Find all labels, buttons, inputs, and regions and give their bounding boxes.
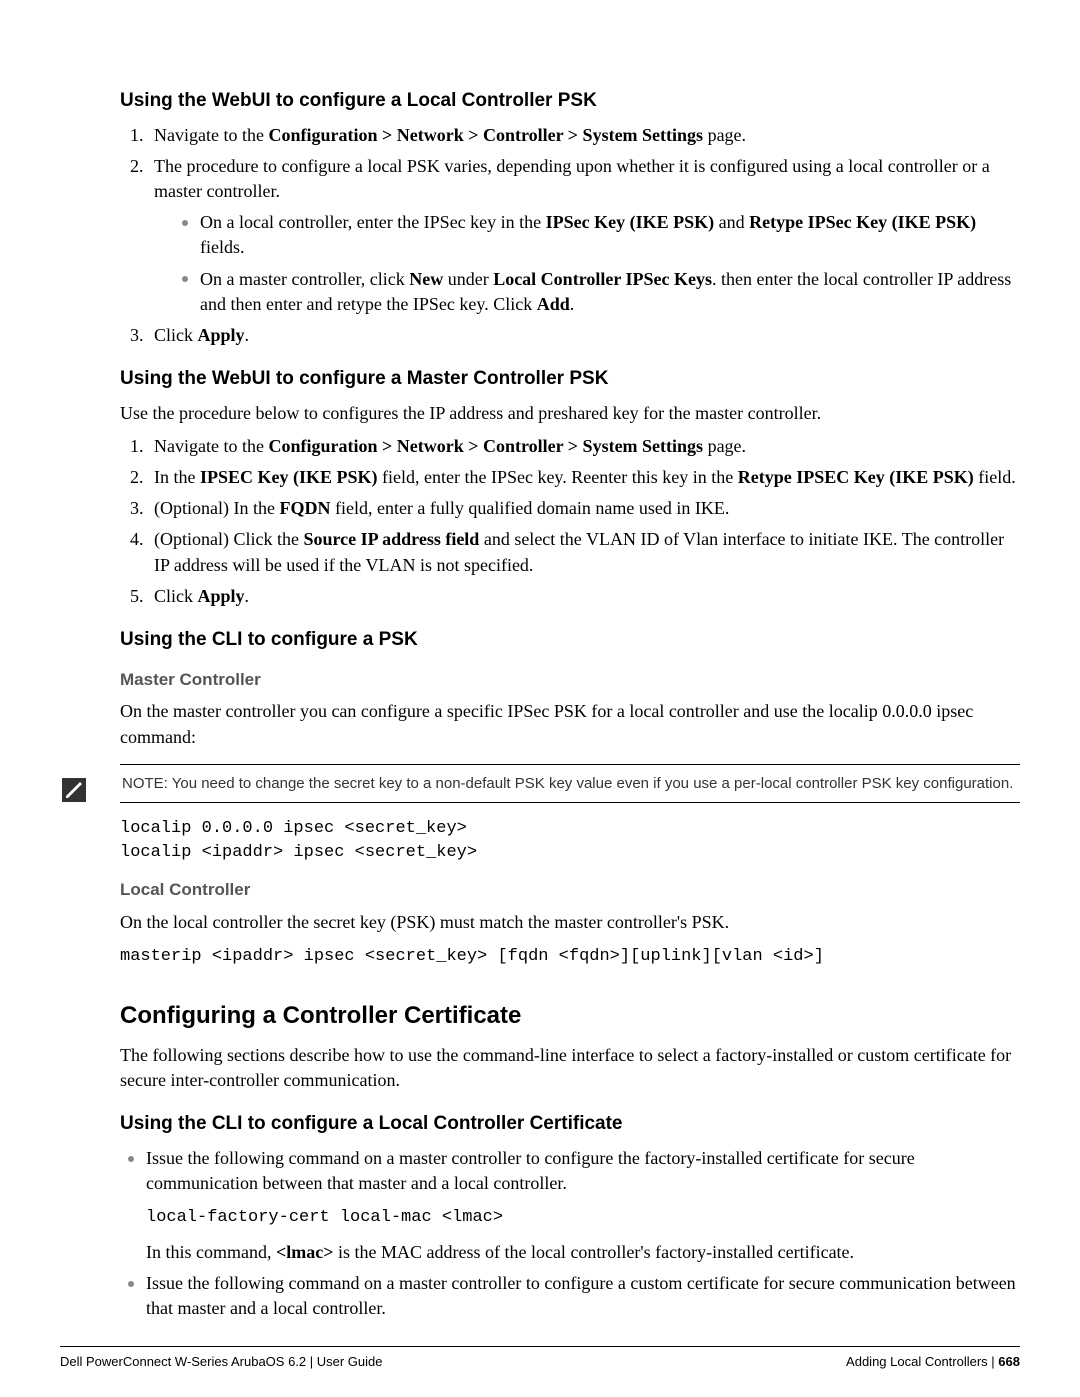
code-block: local-factory-cert local-mac <lmac> — [146, 1206, 1020, 1230]
step-item: (Optional) Click the Source IP address f… — [148, 527, 1020, 577]
paragraph: The following sections describe how to u… — [120, 1043, 1020, 1093]
footer-sep: | — [988, 1354, 999, 1369]
text: . — [245, 586, 250, 606]
code-block: masterip <ipaddr> ipsec <secret_key> [fq… — [120, 945, 1020, 969]
text: Click — [154, 586, 198, 606]
section-name: Local Controller IPSec Keys — [493, 269, 712, 289]
code-block: localip 0.0.0.0 ipsec <secret_key> local… — [120, 817, 1020, 865]
button-name: New — [409, 269, 443, 289]
heading-local-psk: Using the WebUI to configure a Local Con… — [120, 88, 1020, 115]
step-item: (Optional) In the FQDN field, enter a fu… — [148, 496, 1020, 521]
heading-cli-psk: Using the CLI to configure a PSK — [120, 627, 1020, 654]
step-item: Click Apply. — [148, 584, 1020, 609]
text: fields. — [200, 237, 245, 257]
text: field. — [974, 467, 1016, 487]
text: In this command, — [146, 1242, 276, 1262]
button-name: Apply — [198, 325, 245, 345]
page-footer: Dell PowerConnect W-Series ArubaOS 6.2 |… — [60, 1346, 1020, 1371]
steps-local-psk: Navigate to the Configuration > Network … — [138, 123, 1020, 349]
button-name: Apply — [198, 586, 245, 606]
footer-chapter: Adding Local Controllers — [846, 1354, 988, 1369]
bullet-item: Issue the following command on a master … — [128, 1271, 1020, 1321]
bullet-list: Issue the following command on a master … — [128, 1146, 1020, 1322]
text: (Optional) In the — [154, 498, 279, 518]
text: under — [443, 269, 493, 289]
text: Navigate to the — [154, 436, 268, 456]
breadcrumb-path: Configuration > Network > Controller > S… — [268, 436, 703, 456]
text: field, enter the IPSec key. Reenter this… — [378, 467, 738, 487]
step-item: Navigate to the Configuration > Network … — [148, 123, 1020, 148]
text: Click — [154, 325, 198, 345]
page-number: 668 — [998, 1354, 1020, 1369]
text: page. — [703, 125, 746, 145]
text: Issue the following command on a master … — [146, 1273, 1016, 1318]
document-page: Using the WebUI to configure a Local Con… — [0, 0, 1080, 1397]
note-icon — [62, 778, 86, 802]
note-text: NOTE: You need to change the secret key … — [120, 764, 1020, 803]
field-name: Source IP address field — [303, 529, 479, 549]
bullet-item: On a master controller, click New under … — [182, 267, 1020, 317]
note-block: NOTE: You need to change the secret key … — [120, 764, 1020, 803]
footer-left: Dell PowerConnect W-Series ArubaOS 6.2 |… — [60, 1353, 383, 1371]
text: In the — [154, 467, 200, 487]
field-name: IPSEC Key (IKE PSK) — [200, 467, 378, 487]
heading-cli-local-cert: Using the CLI to configure a Local Contr… — [120, 1111, 1020, 1138]
text: (Optional) Click the — [154, 529, 303, 549]
bullet-item: Issue the following command on a master … — [128, 1146, 1020, 1265]
step-item: The procedure to configure a local PSK v… — [148, 154, 1020, 317]
heading-controller-cert: Configuring a Controller Certificate — [120, 999, 1020, 1033]
text: On a master controller, click — [200, 269, 409, 289]
sub-bullets: On a local controller, enter the IPSec k… — [182, 210, 1020, 317]
text: . — [570, 294, 575, 314]
heading-local-controller: Local Controller — [120, 878, 1020, 902]
field-name: IPSec Key (IKE PSK) — [546, 212, 715, 232]
field-name: Retype IPSec Key (IKE PSK) — [749, 212, 976, 232]
text: . — [245, 325, 250, 345]
paragraph: Use the procedure below to configures th… — [120, 401, 1020, 426]
field-name: FQDN — [279, 498, 330, 518]
step-item: In the IPSEC Key (IKE PSK) field, enter … — [148, 465, 1020, 490]
bullet-item: On a local controller, enter the IPSec k… — [182, 210, 1020, 260]
text: Issue the following command on a master … — [146, 1148, 915, 1193]
step-item: Navigate to the Configuration > Network … — [148, 434, 1020, 459]
paragraph: On the master controller you can configu… — [120, 699, 1020, 749]
heading-master-psk: Using the WebUI to configure a Master Co… — [120, 366, 1020, 393]
text: is the MAC address of the local controll… — [333, 1242, 854, 1262]
text: field, enter a fully qualified domain na… — [330, 498, 729, 518]
text: The procedure to configure a local PSK v… — [154, 156, 990, 201]
text: On a local controller, enter the IPSec k… — [200, 212, 546, 232]
button-name: Add — [537, 294, 570, 314]
steps-master-psk: Navigate to the Configuration > Network … — [138, 434, 1020, 609]
paragraph: On the local controller the secret key (… — [120, 910, 1020, 935]
step-item: Click Apply. — [148, 323, 1020, 348]
footer-right: Adding Local Controllers | 668 — [846, 1353, 1020, 1371]
heading-master-controller: Master Controller — [120, 668, 1020, 692]
placeholder-name: <lmac> — [276, 1242, 334, 1262]
text: page. — [703, 436, 746, 456]
breadcrumb-path: Configuration > Network > Controller > S… — [268, 125, 703, 145]
text: and — [714, 212, 749, 232]
field-name: Retype IPSEC Key (IKE PSK) — [738, 467, 974, 487]
text: Navigate to the — [154, 125, 268, 145]
